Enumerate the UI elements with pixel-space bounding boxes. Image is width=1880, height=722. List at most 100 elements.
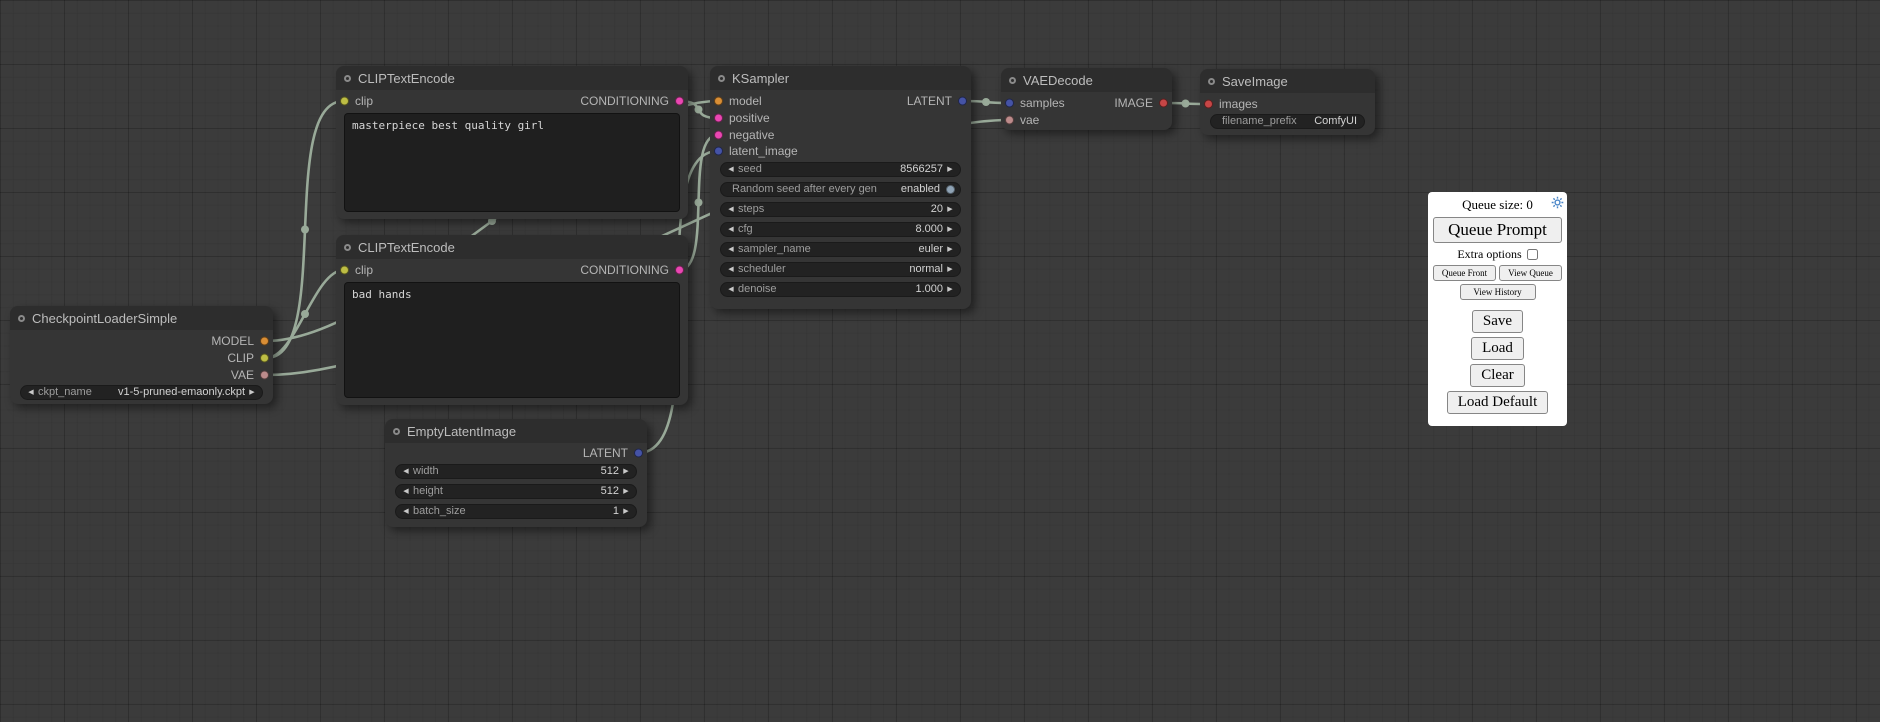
input-label-vae: vae: [1020, 112, 1039, 128]
widget-value: 512: [601, 465, 619, 478]
widget-left-arrow-icon[interactable]: ◀: [26, 386, 36, 399]
output-label-conditioning: CONDITIONING: [580, 93, 669, 109]
widget-right-arrow-icon[interactable]: ▶: [945, 163, 955, 176]
widget-label: width: [413, 465, 439, 478]
input-label-latent-image: latent_image: [729, 143, 798, 159]
input-port-clip[interactable]: [340, 266, 349, 275]
output-port-vae[interactable]: [260, 371, 269, 380]
node-title-bar[interactable]: EmptyLatentImage: [385, 419, 647, 443]
widget-seed-control-toggle[interactable]: Random seed after every gen enabled: [720, 182, 961, 197]
widget-label: cfg: [738, 223, 753, 236]
widget-scheduler[interactable]: ◀ scheduler normal ▶: [720, 262, 961, 277]
widget-left-arrow-icon[interactable]: ◀: [726, 243, 736, 256]
widget-left-arrow-icon[interactable]: ◀: [401, 505, 411, 518]
widget-value: ComfyUI: [1314, 115, 1357, 128]
input-port-clip[interactable]: [340, 97, 349, 106]
widget-right-arrow-icon[interactable]: ▶: [621, 465, 631, 478]
node-save-image[interactable]: SaveImage images filename_prefix ComfyUI: [1200, 69, 1375, 135]
input-port-vae[interactable]: [1005, 116, 1014, 125]
node-ksampler[interactable]: KSampler model LATENT positive negative …: [710, 66, 971, 309]
widget-right-arrow-icon[interactable]: ▶: [621, 505, 631, 518]
widget-right-arrow-icon[interactable]: ▶: [945, 223, 955, 236]
widget-cfg[interactable]: ◀ cfg 8.000 ▶: [720, 222, 961, 237]
output-port-clip[interactable]: [260, 354, 269, 363]
widget-right-arrow-icon[interactable]: ▶: [247, 386, 257, 399]
input-port-samples[interactable]: [1005, 99, 1014, 108]
node-empty-latent-image[interactable]: EmptyLatentImage LATENT ◀ width 512 ▶ ◀ …: [385, 419, 647, 527]
widget-right-arrow-icon[interactable]: ▶: [945, 243, 955, 256]
output-port-latent[interactable]: [634, 449, 643, 458]
input-label-positive: positive: [729, 110, 770, 126]
widget-right-arrow-icon[interactable]: ▶: [945, 283, 955, 296]
input-port-positive[interactable]: [714, 114, 723, 123]
widget-label: ckpt_name: [38, 386, 92, 399]
output-label-image: IMAGE: [1114, 95, 1153, 111]
widget-left-arrow-icon[interactable]: ◀: [726, 163, 736, 176]
widget-width[interactable]: ◀ width 512 ▶: [395, 464, 637, 479]
extra-options-checkbox[interactable]: [1527, 249, 1538, 260]
toggle-indicator-icon[interactable]: [946, 185, 955, 194]
output-port-conditioning[interactable]: [675, 97, 684, 106]
node-clip-text-encode-positive[interactable]: CLIPTextEncode clip CONDITIONING masterp…: [336, 66, 688, 219]
widget-left-arrow-icon[interactable]: ◀: [401, 465, 411, 478]
node-vae-decode[interactable]: VAEDecode samples IMAGE vae: [1001, 68, 1172, 130]
extra-options-row: Extra options: [1433, 247, 1562, 262]
widget-value: 8.000: [915, 223, 943, 236]
widget-steps[interactable]: ◀ steps 20 ▶: [720, 202, 961, 217]
widget-left-arrow-icon[interactable]: ◀: [401, 485, 411, 498]
node-collapse-dot-icon[interactable]: [344, 244, 351, 251]
widget-denoise[interactable]: ◀ denoise 1.000 ▶: [720, 282, 961, 297]
output-port-model[interactable]: [260, 337, 269, 346]
node-collapse-dot-icon[interactable]: [718, 75, 725, 82]
widget-left-arrow-icon[interactable]: ◀: [726, 223, 736, 236]
save-button[interactable]: Save: [1472, 310, 1523, 333]
output-port-image[interactable]: [1159, 99, 1168, 108]
settings-gear-icon[interactable]: [1551, 196, 1564, 209]
widget-left-arrow-icon[interactable]: ◀: [726, 283, 736, 296]
node-collapse-dot-icon[interactable]: [344, 75, 351, 82]
widget-right-arrow-icon[interactable]: ▶: [621, 485, 631, 498]
input-port-model[interactable]: [714, 97, 723, 106]
positive-prompt-textarea[interactable]: masterpiece best quality girl: [344, 113, 680, 212]
node-collapse-dot-icon[interactable]: [393, 428, 400, 435]
widget-height[interactable]: ◀ height 512 ▶: [395, 484, 637, 499]
queue-front-button[interactable]: Queue Front: [1433, 265, 1496, 281]
widget-sampler-name[interactable]: ◀ sampler_name euler ▶: [720, 242, 961, 257]
node-title-bar[interactable]: KSampler: [710, 66, 971, 90]
clear-button[interactable]: Clear: [1470, 364, 1524, 387]
widget-right-arrow-icon[interactable]: ▶: [945, 203, 955, 216]
node-title-bar[interactable]: SaveImage: [1200, 69, 1375, 93]
node-collapse-dot-icon[interactable]: [18, 315, 25, 322]
widget-value: 20: [931, 203, 943, 216]
negative-prompt-textarea[interactable]: bad hands: [344, 282, 680, 398]
widget-label: steps: [738, 203, 764, 216]
input-port-latent-image[interactable]: [714, 147, 723, 156]
node-title-bar[interactable]: CLIPTextEncode: [336, 66, 688, 90]
node-checkpoint-loader-simple[interactable]: CheckpointLoaderSimple MODEL CLIP VAE ◀ …: [10, 306, 273, 404]
node-title-bar[interactable]: CheckpointLoaderSimple: [10, 306, 273, 330]
view-history-button[interactable]: View History: [1460, 284, 1536, 300]
widget-ckpt-name[interactable]: ◀ ckpt_name v1-5-pruned-emaonly.ckpt ▶: [20, 385, 263, 400]
load-button[interactable]: Load: [1471, 337, 1524, 360]
input-port-negative[interactable]: [714, 131, 723, 140]
widget-left-arrow-icon[interactable]: ◀: [726, 203, 736, 216]
node-title-bar[interactable]: VAEDecode: [1001, 68, 1172, 92]
graph-canvas[interactable]: CheckpointLoaderSimple MODEL CLIP VAE ◀ …: [0, 0, 1880, 722]
input-label-images: images: [1219, 96, 1258, 112]
widget-left-arrow-icon[interactable]: ◀: [726, 263, 736, 276]
widget-batch-size[interactable]: ◀ batch_size 1 ▶: [395, 504, 637, 519]
input-port-images[interactable]: [1204, 100, 1213, 109]
queue-prompt-button[interactable]: Queue Prompt: [1433, 217, 1562, 243]
widget-seed[interactable]: ◀ seed 8566257 ▶: [720, 162, 961, 177]
widget-value: v1-5-pruned-emaonly.ckpt: [118, 386, 245, 399]
view-queue-button[interactable]: View Queue: [1499, 265, 1562, 281]
widget-right-arrow-icon[interactable]: ▶: [945, 263, 955, 276]
widget-filename-prefix[interactable]: filename_prefix ComfyUI: [1210, 114, 1365, 129]
node-clip-text-encode-negative[interactable]: CLIPTextEncode clip CONDITIONING bad han…: [336, 235, 688, 405]
node-collapse-dot-icon[interactable]: [1208, 78, 1215, 85]
node-title-bar[interactable]: CLIPTextEncode: [336, 235, 688, 259]
node-collapse-dot-icon[interactable]: [1009, 77, 1016, 84]
output-port-conditioning[interactable]: [675, 266, 684, 275]
load-default-button[interactable]: Load Default: [1447, 391, 1549, 414]
output-port-latent[interactable]: [958, 97, 967, 106]
